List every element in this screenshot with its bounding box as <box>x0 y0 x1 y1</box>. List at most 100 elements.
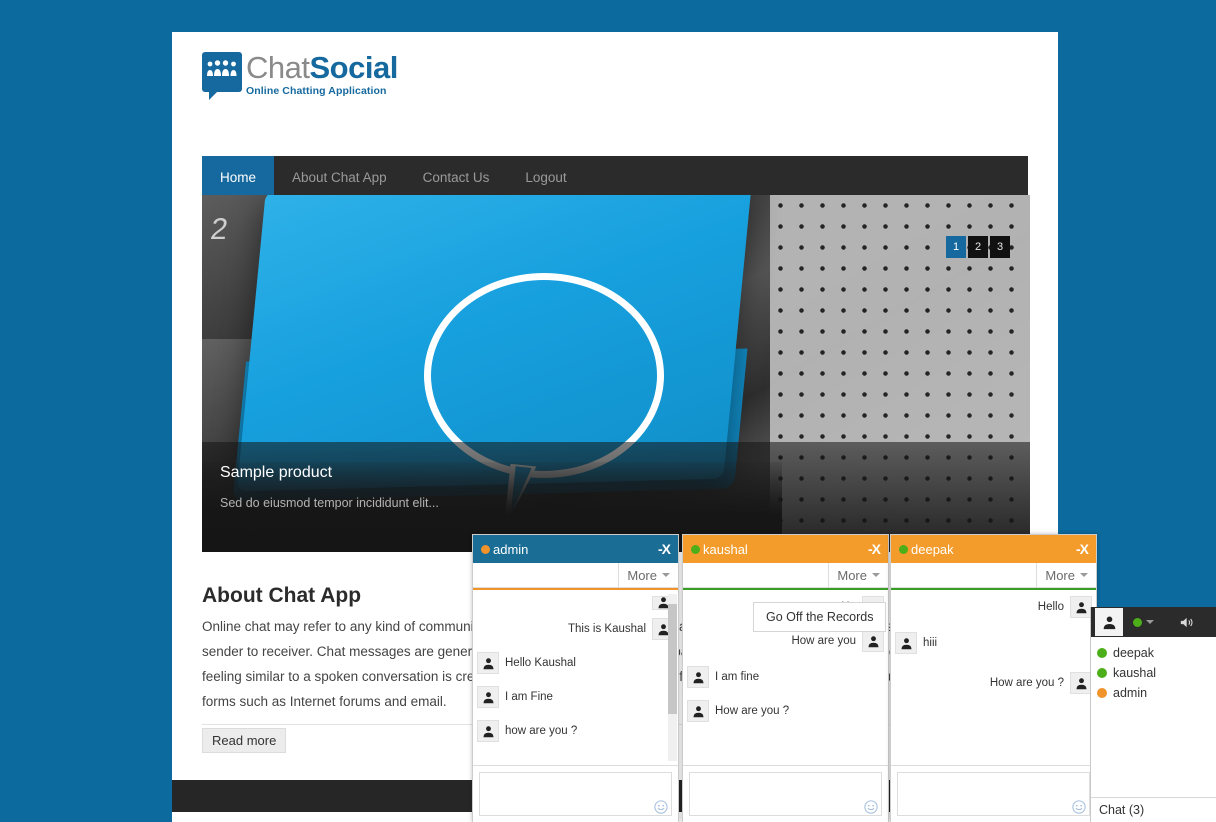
nav-label: Logout <box>525 169 567 185</box>
avatar <box>477 720 499 742</box>
chat-bubble-people-icon <box>202 52 242 100</box>
chat-message-input[interactable] <box>689 772 882 816</box>
nav-item-home[interactable]: Home <box>202 156 275 198</box>
person-icon <box>900 637 912 649</box>
carousel-indicator-2[interactable]: 2 <box>968 236 988 258</box>
chat-message-text: how are you ? <box>505 725 578 737</box>
person-icon <box>692 671 704 683</box>
buddy-name: admin <box>1113 686 1148 700</box>
chat-window-admin[interactable]: admin -X More This is Kaushal Hello Kaus… <box>472 534 679 822</box>
chat-message-text: How are you ? <box>989 677 1064 689</box>
chat-window-toolbar: More <box>473 563 678 588</box>
chat-input-area <box>683 765 888 822</box>
emoji-icon[interactable] <box>1072 800 1086 814</box>
chat-window-title: deepak <box>911 541 954 557</box>
carousel-caption-title: Sample product <box>220 464 333 481</box>
chat-message: How are you ? <box>895 672 1092 694</box>
chat-message: How are you ? <box>687 700 884 722</box>
buddy-item-kaushal[interactable]: kaushal <box>1097 663 1216 683</box>
chat-more-menu-button[interactable]: More <box>828 563 888 587</box>
chat-more-menu-button[interactable]: More <box>1036 563 1096 587</box>
chat-window-header[interactable]: deepak -X <box>891 535 1096 563</box>
chat-message <box>477 596 674 610</box>
status-dot-online-icon <box>691 544 700 554</box>
chat-message-text: I am fine <box>715 671 760 683</box>
logo-title: ChatSocial <box>246 52 398 84</box>
buddy-item-admin[interactable]: admin <box>1097 683 1216 703</box>
logo-text: ChatSocial Online Chatting Application <box>246 52 398 98</box>
avatar <box>687 700 709 722</box>
carousel-caption-text: Sed do eiusmod tempor incididunt elit... <box>220 496 439 510</box>
status-dot-online-icon <box>1097 648 1107 658</box>
chat-message: hiii <box>895 632 1092 654</box>
avatar <box>477 686 499 708</box>
chat-message-text: How are you <box>791 635 856 647</box>
hero-carousel[interactable]: 2 Sample product Sed do eiusmod tempor i… <box>202 195 1030 552</box>
chat-message: Hello Kaushal <box>477 652 674 674</box>
chat-message-list[interactable]: Hello hiii How are you ? <box>891 590 1096 765</box>
chat-window-close-button[interactable]: -X <box>868 541 881 557</box>
emoji-icon[interactable] <box>864 800 878 814</box>
my-status-dropdown[interactable] <box>1133 617 1154 627</box>
go-off-the-records-menu-item[interactable]: Go Off the Records <box>753 602 887 632</box>
chat-scrollbar-thumb[interactable] <box>668 604 677 714</box>
chat-window-close-button[interactable]: -X <box>1076 541 1089 557</box>
status-dot-online-icon <box>899 544 908 554</box>
chat-window-title: kaushal <box>703 541 748 557</box>
nav-label: About Chat App <box>292 169 387 185</box>
site-header: ChatSocial Online Chatting Application <box>172 32 1058 120</box>
chat-window-close-button[interactable]: -X <box>658 541 671 557</box>
buddy-list-toolbar <box>1091 607 1216 637</box>
chat-window-header[interactable]: kaushal -X <box>683 535 888 563</box>
speaker-icon <box>1180 617 1193 627</box>
person-icon <box>482 725 494 737</box>
chevron-down-icon <box>872 573 880 577</box>
chat-count-label[interactable]: Chat (3) <box>1091 797 1216 822</box>
buddy-name: deepak <box>1113 646 1155 660</box>
buddy-list-panel[interactable]: deepak kaushal admin Chat (3) <box>1090 607 1216 822</box>
chat-message-text: Hello Kaushal <box>505 657 576 669</box>
carousel-indicator-3[interactable]: 3 <box>990 236 1010 258</box>
person-icon <box>867 635 879 647</box>
chat-window-kaushal[interactable]: kaushal -X More Go Off the Records Hu Ho… <box>682 534 889 822</box>
nav-item-logout[interactable]: Logout <box>507 156 584 198</box>
emoji-icon[interactable] <box>654 800 668 814</box>
chat-message-list[interactable]: This is Kaushal Hello Kaushal I am Fine <box>473 590 678 765</box>
carousel-indicator-1[interactable]: 1 <box>946 236 966 258</box>
avatar <box>477 652 499 674</box>
chat-window-deepak[interactable]: deepak -X More Hello hiii How are you ? <box>890 534 1097 822</box>
chat-message-list[interactable]: Go Off the Records Hu How are you I am f… <box>683 590 888 765</box>
chevron-down-icon <box>1080 573 1088 577</box>
read-more-button[interactable]: Read more <box>202 728 287 753</box>
screen: ChatSocial Online Chatting Application H… <box>0 0 1216 822</box>
nav-item-about-chat-app[interactable]: About Chat App <box>274 156 405 198</box>
status-dot-away-icon <box>1097 688 1107 698</box>
people-glyph <box>207 60 237 76</box>
chevron-down-icon <box>1146 620 1154 624</box>
chat-message: This is Kaushal <box>477 618 674 640</box>
person-icon <box>482 691 494 703</box>
chat-message: how are you ? <box>477 720 674 742</box>
buddy-item-deepak[interactable]: deepak <box>1097 643 1216 663</box>
my-avatar[interactable] <box>1095 608 1123 636</box>
chat-message: Hello <box>895 596 1092 618</box>
site-logo[interactable]: ChatSocial Online Chatting Application <box>202 52 398 100</box>
chat-message-text: hiii <box>923 637 938 649</box>
chat-input-area <box>473 765 678 822</box>
logo-title-chat: Chat <box>246 50 310 85</box>
main-navigation: Home About Chat App Contact Us Logout <box>202 156 1028 198</box>
sound-toggle-button[interactable] <box>1180 616 1195 629</box>
chat-more-label: More <box>837 567 867 583</box>
buddy-name: kaushal <box>1113 666 1157 680</box>
chat-window-toolbar: More <box>891 563 1096 588</box>
chat-message-input[interactable] <box>897 772 1090 816</box>
avatar <box>895 632 917 654</box>
nav-item-contact-us[interactable]: Contact Us <box>405 156 508 198</box>
chat-message-input[interactable] <box>479 772 672 816</box>
chat-scrollbar[interactable] <box>668 594 677 761</box>
logo-tagline: Online Chatting Application <box>246 85 387 97</box>
chat-message-text: How are you ? <box>715 705 790 717</box>
chat-window-header[interactable]: admin -X <box>473 535 678 563</box>
nav-label: Contact Us <box>422 169 490 185</box>
chat-more-menu-button[interactable]: More <box>618 563 678 587</box>
